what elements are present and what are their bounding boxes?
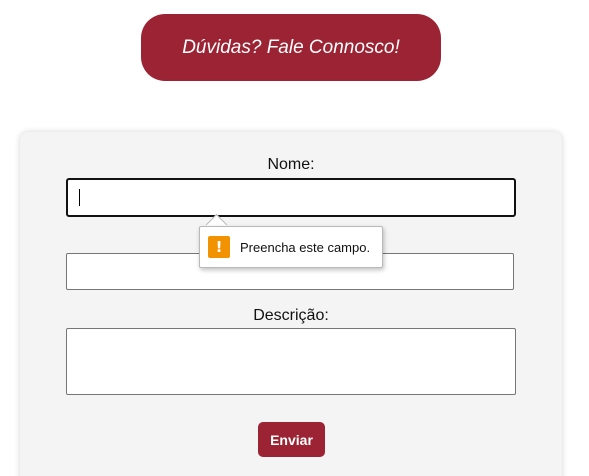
contact-banner: Dúvidas? Fale Connosco! (141, 14, 441, 81)
page-root: Dúvidas? Fale Connosco! Nome: Descrição:… (0, 0, 589, 476)
validation-tooltip: ! Preencha este campo. (199, 226, 383, 268)
contact-banner-text: Dúvidas? Fale Connosco! (182, 36, 400, 58)
name-label: Nome: (267, 156, 315, 173)
submit-button[interactable]: Enviar (258, 422, 325, 457)
description-label: Descrição: (253, 307, 329, 324)
name-input[interactable] (66, 178, 516, 217)
description-textarea[interactable] (66, 328, 516, 395)
text-caret (79, 189, 80, 206)
contact-form-card: Nome: Descrição: Enviar (20, 132, 562, 476)
validation-message: Preencha este campo. (240, 239, 371, 255)
warning-icon: ! (208, 236, 230, 258)
